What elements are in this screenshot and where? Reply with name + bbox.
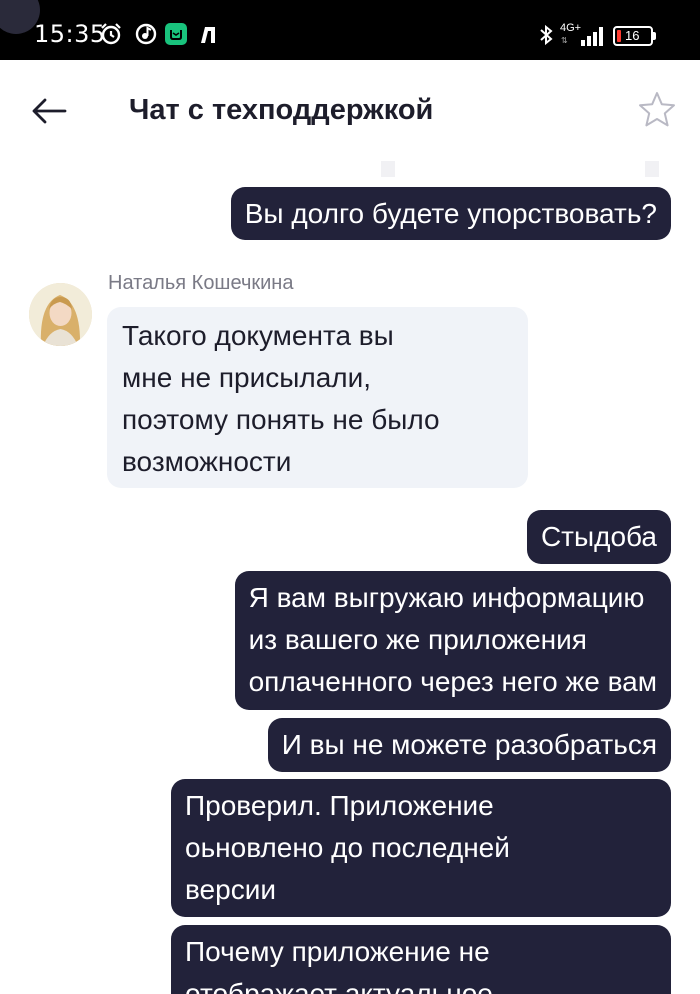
favorite-button[interactable] [637,90,677,130]
status-bar: 15:35 4G+ ⇅ 16 [0,0,700,60]
battery-icon: 16 [613,26,653,46]
avatar-image [29,283,92,346]
message-text: версии [185,874,276,905]
network-type: 4G+ [560,22,582,34]
battery-fill [617,30,621,42]
message-bubble-outgoing[interactable]: Стыдоба [526,510,671,564]
message-text: Почему приложение не [185,936,490,967]
message-text: возможности [122,446,292,477]
message-bubble-outgoing[interactable]: Проверил. Приложение оьновлено до послед… [171,779,671,917]
app-l-icon [199,24,219,46]
data-arrows-icon: ⇅ [561,36,568,45]
message-text: Стыдоба [540,521,657,552]
bluetooth-icon [540,24,553,46]
message-text: мне не присылали, [122,362,372,393]
back-button[interactable] [28,90,70,132]
message-text: Проверил. Приложение [185,790,494,821]
battery-level: 16 [625,28,640,43]
message-text: оплаченного через него же вам [248,666,657,697]
message-bubble-outgoing[interactable]: Я вам выгружаю информацию из вашего же п… [234,571,671,710]
avatar[interactable] [29,283,92,346]
message-text: отображает актуальное [185,978,493,994]
message-text: поэтому понять не было [122,404,440,435]
status-time: 15:35 [34,20,106,48]
message-bubble-outgoing[interactable]: И вы не можете разобраться [267,718,671,772]
message-text: И вы не можете разобраться [281,729,657,760]
sender-name: Наталья Кошечкина [108,272,294,294]
message-text: Вы долго будете упорствовать? [244,198,657,229]
message-bubble-outgoing[interactable]: Вы долго будете упорствовать? [230,187,671,240]
message-text: из вашего же приложения [248,624,587,655]
chat-header: Чат с техподдержкой [0,60,700,160]
message-bubble-incoming[interactable]: Такого документа вы мне не присылали, по… [107,307,528,488]
arrow-left-icon [32,98,67,124]
message-bubble-outgoing[interactable]: Почему приложение не отображает актуальн… [171,925,671,994]
alarm-icon [101,23,121,45]
message-text: Такого документа вы [122,320,394,351]
scroll-fade-mark [381,161,395,177]
music-app-icon [135,23,157,45]
scroll-fade-mark [645,161,659,177]
page-title: Чат с техподдержкой [129,94,434,126]
app-notification-icon [165,23,187,45]
battery-tip [653,32,656,40]
star-outline-icon [639,92,675,127]
signal-icon [581,27,603,46]
message-text: Я вам выгружаю информацию [248,582,645,613]
message-text: оьновлено до последней [185,832,510,863]
